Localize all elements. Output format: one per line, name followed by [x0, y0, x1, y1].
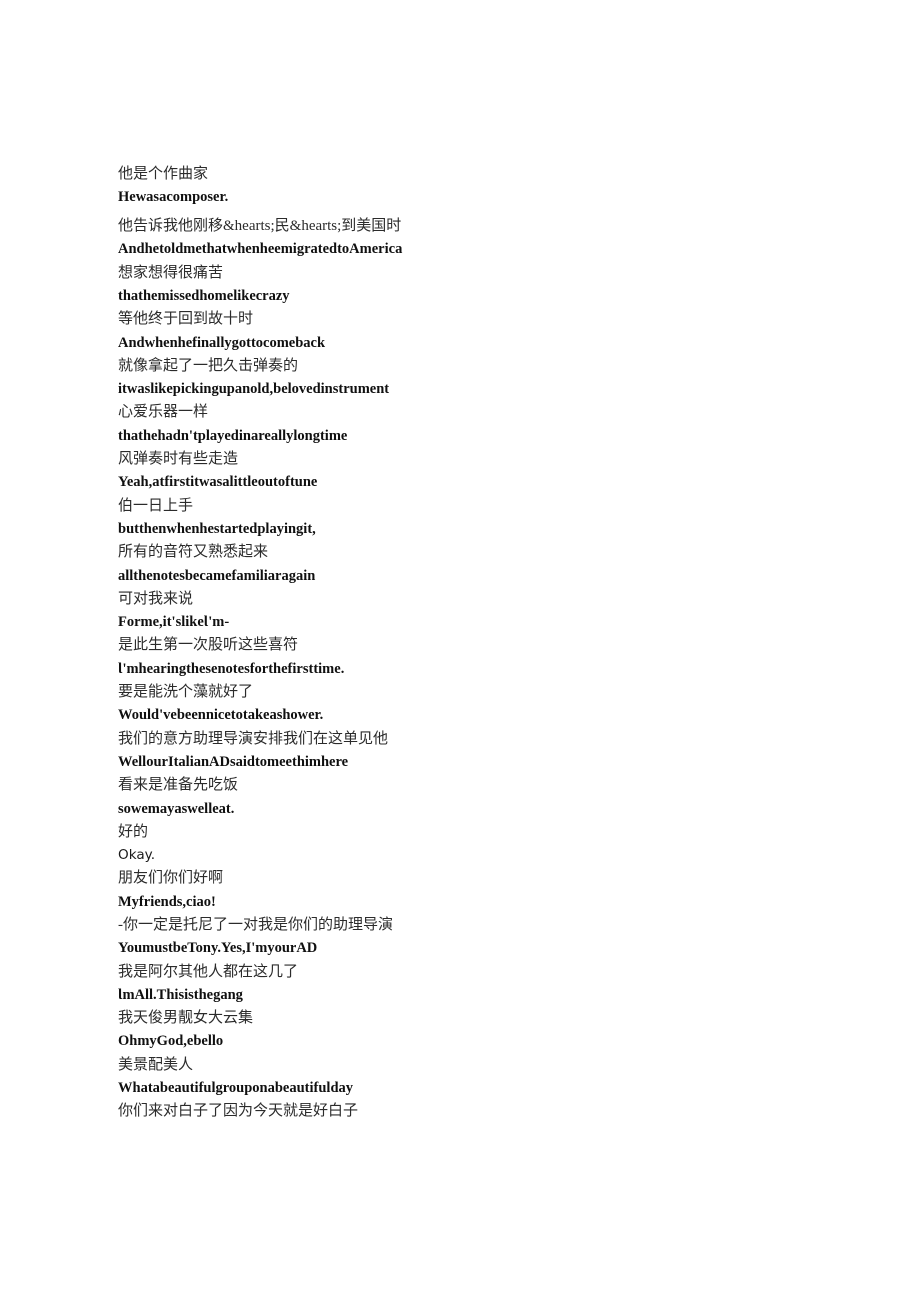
subtitle-line-source: 我天俊男靓女大云集 — [118, 1010, 254, 1027]
subtitle-line-translation: itwaslikepickingupanold,belovedinstrumen… — [118, 381, 390, 398]
subtitle-line-translation: Andwhenhefinallygottocomeback — [118, 334, 326, 351]
subtitle-line-translation: Ɩ'mhearingthesenotesforthefirsttime. — [118, 660, 345, 677]
subtitle-line-source: 美景配美人 — [118, 1056, 194, 1073]
subtitle-line-source: 看来是准备先吃饭 — [118, 777, 239, 794]
subtitle-line-translation: thathemissedhomelikecrazy — [118, 287, 290, 304]
subtitle-line-translation: allthenotesbecamefamiliaragain — [118, 567, 316, 584]
subtitle-line-translation: Forme,it'slikeƖ'm- — [118, 614, 230, 631]
subtitle-line-source: 朋友们你们好啊 — [118, 870, 224, 887]
subtitle-line-translation: Whatabeautifulgrouponabeautifulday — [118, 1080, 354, 1097]
subtitle-line-source: 心爱乐器一样 — [118, 404, 209, 421]
subtitle-line-source: 伯一日上手 — [118, 497, 194, 514]
subtitle-line-translation: butthenwhenhestartedplayingit, — [118, 520, 316, 537]
subtitle-line-source: -你一定是托尼了一对我是你们的助理导演 — [118, 917, 393, 933]
subtitle-line-source: 他是个作曲家 — [118, 166, 209, 182]
subtitle-line-source: 你们来对白子了因为今天就是好白子 — [118, 1103, 359, 1120]
subtitle-line-source: 我是阿尔其他人都在这几了 — [118, 963, 299, 980]
subtitle-line-source: 他告诉我他刚移&hearts;民&hearts;到美国时 — [118, 218, 402, 235]
subtitle-line-source: 是此生第一次股听这些喜符 — [118, 637, 299, 654]
subtitle-line-source: 就像拿起了一把久击弹奏的 — [118, 357, 299, 374]
subtitle-line-translation: AndhetoldmethatwhenheemigratedtoAmerica — [118, 241, 403, 258]
subtitle-line-translation: thathehadn'tplayedinareallylongtime — [118, 427, 348, 444]
subtitle-line-translation: YoumustbeTony.Yes,I'myourAD — [118, 940, 318, 957]
subtitle-line-source: 要是能洗个藻就好了 — [118, 684, 254, 701]
subtitle-line-source: 想家想得很痛苦 — [118, 264, 224, 281]
subtitle-line-source: 我们的意方助理导演安排我们在这单见他 — [118, 730, 389, 747]
subtitle-line-source: 好的 — [118, 823, 149, 840]
subtitle-line-translation: sowemayaswelleat. — [118, 800, 235, 817]
transcript-body: 他是个作曲家 Hewasacomposer. 他告诉我他刚移&hearts;民&he… — [118, 163, 878, 1124]
subtitle-line-source: 所有的音符又熟悉起来 — [118, 544, 269, 561]
subtitle-line-translation: Hewasacomposer. — [118, 189, 229, 206]
subtitle-line-translation: Okay. — [118, 847, 156, 864]
subtitle-line-translation: Myfriends,ciao! — [118, 893, 216, 910]
subtitle-line-translation: OhmyGod,ebello — [118, 1033, 224, 1050]
subtitle-line-translation: ƖmAll.Thisisthegang — [118, 986, 243, 1003]
document-page: 他是个作曲家 Hewasacomposer. 他告诉我他刚移&hearts;民&he… — [0, 0, 920, 1301]
subtitle-line-source: 等他终于回到故十时 — [118, 311, 254, 328]
subtitle-line-translation: Would'vebeennicetotakeashower. — [118, 707, 324, 724]
subtitle-line-source: 风弹奏时有些走造 — [118, 451, 239, 468]
subtitle-line-translation: Yeah,atfirstitwasalittleoutoftune — [118, 474, 318, 491]
subtitle-line-source: 可对我来说 — [118, 590, 194, 607]
subtitle-line-translation: WellourItalianADsaidtomeethimhere — [118, 753, 349, 770]
